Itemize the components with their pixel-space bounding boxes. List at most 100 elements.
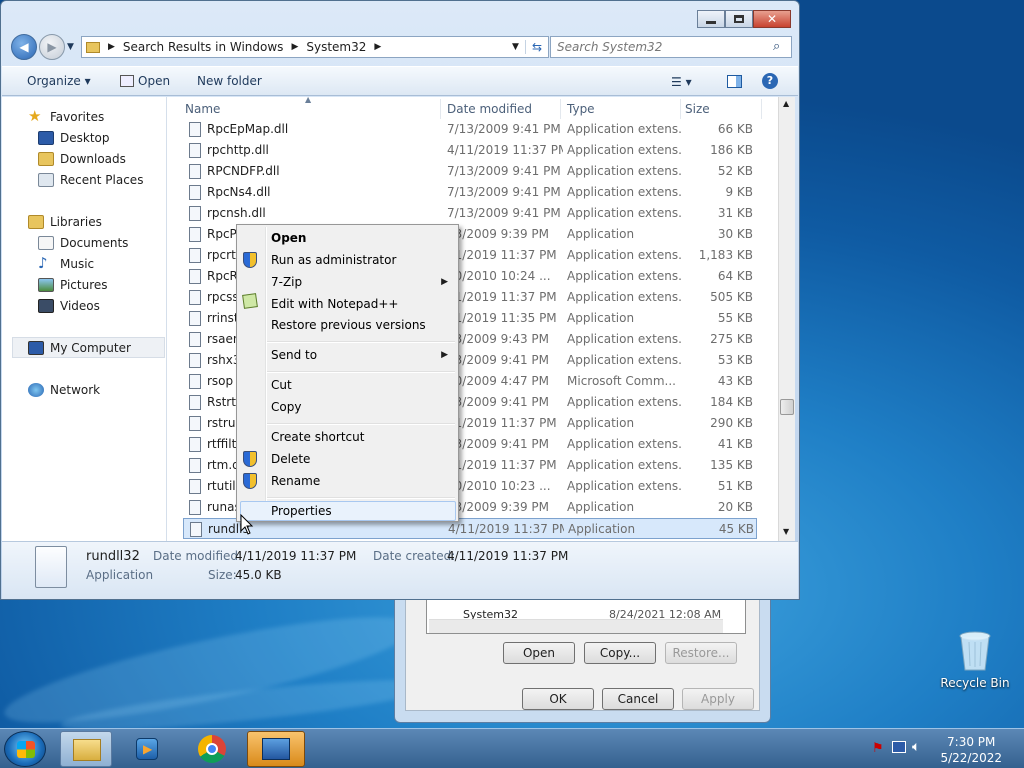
action-center-flag-icon[interactable]: ⚑: [872, 741, 884, 756]
file-icon: [189, 311, 201, 326]
scroll-up-icon[interactable]: ▲: [783, 99, 789, 108]
dialog-ok-button[interactable]: OK: [522, 688, 594, 710]
computer-icon: [28, 341, 44, 355]
nav-pictures[interactable]: Pictures: [60, 278, 108, 292]
search-icon: ⌕: [773, 39, 781, 54]
taskbar-chrome-button[interactable]: [186, 731, 238, 767]
file-icon: [189, 248, 201, 263]
minimize-button[interactable]: [697, 10, 725, 28]
help-icon[interactable]: ?: [762, 73, 778, 89]
table-row[interactable]: RpcNs4.dll 7/13/2009 9:41 PM Application e…: [183, 182, 757, 203]
menu-item-edit-with-notepadpp[interactable]: Edit with Notepad++: [271, 297, 398, 311]
sort-ascending-icon: ▲: [305, 95, 312, 104]
organize-button[interactable]: Organize ▾: [27, 74, 91, 88]
nav-network[interactable]: Network: [50, 383, 100, 397]
taskbar-media-player-button[interactable]: ▶: [120, 731, 172, 767]
file-name: rundll3: [208, 522, 251, 536]
file-date: 20/2010 10:24 ...: [447, 269, 551, 283]
uac-shield-icon: [243, 473, 257, 489]
menu-item-properties[interactable]: Properties: [271, 504, 332, 518]
taskbar: ▶ ⚑ 🔈︎ 7:30 PM 5/22/2022: [0, 728, 1024, 768]
breadcrumb-search-results[interactable]: Search Results in Windows: [123, 40, 284, 54]
scroll-thumb[interactable]: [780, 399, 794, 415]
taskbar-explorer-button[interactable]: [60, 731, 112, 767]
details-date-modified: 4/11/2019 11:37 PM: [235, 549, 357, 563]
nav-videos[interactable]: Videos: [60, 299, 100, 313]
column-header-type[interactable]: Type: [567, 102, 595, 116]
previous-versions-list[interactable]: System32 8/24/2021 12:08 AM: [426, 596, 746, 634]
new-folder-button[interactable]: New folder: [197, 74, 262, 88]
menu-item-run-as-administrator[interactable]: Run as administrator: [271, 253, 396, 267]
file-type: Microsoft Comm...: [567, 374, 676, 388]
vertical-scrollbar[interactable]: ▲ ▼: [778, 97, 795, 541]
table-row[interactable]: RPCNDFP.dll 7/13/2009 9:41 PM Application …: [183, 161, 757, 182]
start-button[interactable]: [4, 731, 46, 767]
favorites-star-icon: ★: [28, 107, 42, 125]
scroll-down-icon[interactable]: ▼: [783, 527, 789, 536]
file-size: 275 KB: [710, 332, 753, 346]
open-button[interactable]: Open: [138, 74, 170, 88]
file-type: Application extens...: [567, 458, 681, 472]
breadcrumb-system32[interactable]: System32: [306, 40, 366, 54]
recent-pages-dropdown[interactable]: ▼: [67, 42, 74, 52]
folder-icon: [86, 41, 100, 53]
horizontal-scrollbar[interactable]: [429, 619, 723, 633]
nav-libraries[interactable]: Libraries: [50, 215, 102, 229]
nav-downloads[interactable]: Downloads: [60, 152, 126, 166]
file-date: 7/13/2009 9:41 PM: [447, 122, 561, 136]
nav-my-computer[interactable]: My Computer: [50, 341, 131, 355]
column-divider: [680, 99, 681, 119]
address-bar[interactable]: ▶ Search Results in Windows ▶ System32 ▶…: [81, 36, 549, 58]
menu-item-7zip[interactable]: 7-Zip: [271, 275, 302, 289]
preview-pane-icon[interactable]: [727, 75, 742, 88]
network-status-icon[interactable]: [892, 741, 906, 753]
videos-icon: [38, 299, 54, 313]
search-input[interactable]: Search System32: [550, 36, 792, 58]
menu-item-delete[interactable]: Delete: [271, 452, 310, 466]
menu-item-create-shortcut[interactable]: Create shortcut: [271, 430, 364, 444]
recycle-bin-label: Recycle Bin: [940, 676, 1010, 690]
nav-desktop[interactable]: Desktop: [60, 131, 110, 145]
table-row[interactable]: rpcnsh.dll 7/13/2009 9:41 PM Application e…: [183, 203, 757, 224]
navigation-bar: ◀ ▶ ▼ ▶ Search Results in Windows ▶ Syst…: [9, 34, 793, 60]
breadcrumb-separator-icon: ▶: [108, 42, 115, 52]
dialog-apply-button[interactable]: Apply: [682, 688, 754, 710]
column-header-date-modified[interactable]: Date modified: [447, 102, 532, 116]
close-button[interactable]: ✕: [753, 10, 791, 28]
dialog-cancel-button[interactable]: Cancel: [602, 688, 674, 710]
menu-item-send-to[interactable]: Send to: [271, 348, 317, 362]
menu-item-rename[interactable]: Rename: [271, 474, 320, 488]
table-row[interactable]: RpcEpMap.dll 7/13/2009 9:41 PM Application…: [183, 119, 757, 140]
minimize-icon: [706, 20, 716, 24]
details-date-created-label: Date created:: [373, 549, 456, 563]
menu-item-cut[interactable]: Cut: [271, 378, 292, 392]
file-type: Application extens...: [567, 206, 681, 220]
nav-documents[interactable]: Documents: [60, 236, 128, 250]
file-date: 20/2010 10:23 ...: [447, 479, 551, 493]
nav-favorites[interactable]: Favorites: [50, 110, 104, 124]
column-header-name[interactable]: Name: [185, 102, 220, 116]
taskbar-control-panel-button[interactable]: [247, 731, 305, 767]
maximize-button[interactable]: [725, 10, 753, 28]
menu-item-copy[interactable]: Copy: [271, 400, 301, 414]
column-header-size[interactable]: Size: [685, 102, 710, 116]
menu-separator: [267, 341, 455, 343]
back-button[interactable]: ◀: [11, 34, 37, 60]
nav-music[interactable]: Music: [60, 257, 94, 271]
change-view-icon[interactable]: ☰ ▾: [671, 75, 692, 89]
table-row[interactable]: rpchttp.dll 4/11/2019 11:37 PM Application…: [183, 140, 757, 161]
forward-button[interactable]: ▶: [39, 34, 65, 60]
refresh-button[interactable]: ⇆: [524, 40, 548, 54]
clock[interactable]: 7:30 PM 5/22/2022: [940, 734, 1002, 766]
recycle-bin-desktop-icon[interactable]: Recycle Bin: [940, 630, 1010, 690]
address-history-dropdown[interactable]: ▼: [506, 42, 525, 52]
dialog-copy-button[interactable]: Copy...: [584, 642, 656, 664]
network-globe-icon: [28, 383, 44, 397]
nav-recent-places[interactable]: Recent Places: [60, 173, 143, 187]
dialog-restore-button[interactable]: Restore...: [665, 642, 737, 664]
volume-icon[interactable]: 🔈︎: [912, 739, 920, 755]
dialog-open-button[interactable]: Open: [503, 642, 575, 664]
menu-item-restore-previous-versions[interactable]: Restore previous versions: [271, 318, 426, 332]
file-size: 43 KB: [717, 374, 753, 388]
menu-item-open[interactable]: Open: [271, 231, 306, 245]
